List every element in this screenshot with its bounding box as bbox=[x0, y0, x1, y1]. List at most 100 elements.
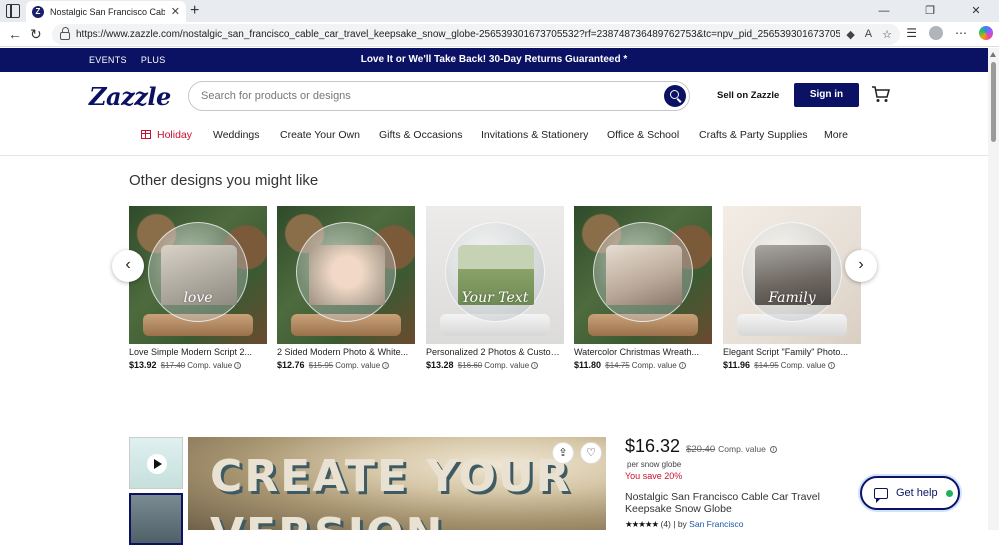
gift-icon bbox=[141, 130, 151, 139]
cart-icon[interactable] bbox=[871, 85, 891, 103]
copilot-icon[interactable] bbox=[979, 26, 993, 40]
close-tab-icon[interactable]: ✕ bbox=[171, 5, 180, 18]
lock-icon bbox=[60, 27, 70, 40]
info-icon[interactable]: i bbox=[678, 362, 686, 369]
review-count[interactable]: (4) bbox=[660, 519, 670, 529]
address-bar-actions: ◆ A ☆ bbox=[846, 28, 892, 41]
image-thumbnail[interactable] bbox=[129, 493, 183, 545]
more-menu-icon[interactable]: ⋯ bbox=[955, 26, 967, 40]
price-was: $16.60 bbox=[457, 361, 483, 370]
price-unit: per snow globe bbox=[627, 460, 682, 469]
minimize-icon[interactable]: — bbox=[861, 0, 907, 22]
nav-item-weddings[interactable]: Weddings bbox=[213, 129, 260, 141]
info-icon[interactable]: i bbox=[531, 362, 539, 369]
product-price: $16.32 bbox=[625, 436, 681, 456]
info-icon[interactable]: i bbox=[827, 362, 835, 369]
nav-item-invitations-stationery[interactable]: Invitations & Stationery bbox=[481, 129, 588, 141]
comp-value-label: Comp. value bbox=[484, 361, 530, 370]
scroll-up-icon[interactable] bbox=[990, 52, 996, 57]
nav-item-office-school[interactable]: Office & School bbox=[607, 129, 679, 141]
product-title[interactable]: Elegant Script "Family" Photo... bbox=[723, 347, 861, 357]
reload-icon[interactable]: ↻ bbox=[30, 26, 42, 42]
nav-item-more[interactable]: More bbox=[824, 129, 848, 141]
category-nav: Holiday Weddings Create Your Own Gifts &… bbox=[0, 120, 988, 156]
get-help-button[interactable]: Get help bbox=[860, 476, 960, 510]
info-icon[interactable]: i bbox=[234, 362, 242, 369]
coupon-tag-icon[interactable]: ◆ bbox=[846, 28, 854, 41]
product-card[interactable]: love Love Simple Modern Script 2... $13.… bbox=[129, 206, 267, 370]
promo-links: EVENTS PLUS bbox=[89, 48, 166, 72]
favorite-star-icon[interactable]: ☆ bbox=[882, 28, 892, 41]
search-icon[interactable] bbox=[664, 85, 686, 107]
comp-value-label: Comp. value bbox=[335, 361, 381, 370]
nav-item-crafts-party[interactable]: Crafts & Party Supplies bbox=[699, 129, 808, 141]
product-image[interactable]: love bbox=[129, 206, 267, 344]
info-icon[interactable]: i bbox=[382, 362, 390, 369]
nav-item-holiday[interactable]: Holiday bbox=[141, 129, 192, 141]
recommendations-carousel: love Love Simple Modern Script 2... $13.… bbox=[0, 206, 988, 376]
comp-value-label: Comp. value bbox=[780, 361, 826, 370]
url-text[interactable]: https://www.zazzle.com/nostalgic_san_fra… bbox=[76, 29, 840, 40]
new-tab-icon[interactable]: + bbox=[190, 2, 199, 20]
globe-overlay-text: Family bbox=[768, 290, 816, 306]
product-card[interactable]: Family Elegant Script "Family" Photo... … bbox=[723, 206, 861, 370]
info-icon[interactable]: i bbox=[770, 446, 778, 453]
window-close-icon[interactable]: ✕ bbox=[953, 0, 999, 22]
product-title[interactable]: 2 Sided Modern Photo & White... bbox=[277, 347, 415, 357]
events-link[interactable]: EVENTS bbox=[89, 48, 127, 72]
play-icon[interactable] bbox=[147, 454, 167, 474]
zazzle-logo[interactable]: Zazzle bbox=[89, 82, 171, 111]
price-was: $14.75 bbox=[605, 361, 630, 370]
page-scrollbar[interactable] bbox=[988, 48, 999, 530]
image-headline-2: VERSION bbox=[210, 509, 444, 530]
product-card[interactable]: Your Text Personalized 2 Photos & Custom… bbox=[426, 206, 564, 370]
by-label: | by bbox=[673, 519, 687, 529]
rating-row: ★★★★★ (4) | by San Francisco bbox=[625, 519, 875, 530]
address-bar[interactable]: https://www.zazzle.com/nostalgic_san_fra… bbox=[52, 24, 900, 45]
product-title[interactable]: Love Simple Modern Script 2... bbox=[129, 347, 267, 357]
product-image[interactable]: Your Text bbox=[426, 206, 564, 344]
nav-item-gifts-occasions[interactable]: Gifts & Occasions bbox=[379, 129, 462, 141]
price-was: $15.95 bbox=[308, 361, 334, 370]
promo-banner: Love It or We'll Take Back! 30-Day Retur… bbox=[0, 48, 988, 72]
back-icon[interactable]: ← bbox=[8, 26, 22, 42]
heart-icon[interactable]: ♡ bbox=[580, 442, 602, 464]
star-rating-icon[interactable]: ★★★★★ bbox=[625, 519, 659, 529]
product-main-image[interactable]: CREATE YOUR VERSION bbox=[188, 437, 606, 530]
profile-avatar-icon[interactable] bbox=[929, 26, 943, 40]
product-card[interactable]: Watercolor Christmas Wreath... $11.80 $1… bbox=[574, 206, 712, 370]
read-aloud-icon[interactable]: A bbox=[865, 28, 872, 41]
price-was: $14.95 bbox=[754, 361, 779, 370]
favorites-icon[interactable]: ☰ bbox=[906, 26, 917, 40]
price-now: $11.96 bbox=[723, 360, 751, 370]
product-title[interactable]: Personalized 2 Photos & Custom... bbox=[426, 347, 564, 357]
sidebar-toggle-icon[interactable] bbox=[6, 4, 20, 18]
plus-link[interactable]: PLUS bbox=[141, 48, 166, 72]
product-image[interactable]: Family bbox=[723, 206, 861, 344]
carousel-prev-icon[interactable]: ‹ bbox=[112, 250, 144, 282]
image-headline: CREATE YOUR bbox=[210, 451, 572, 502]
product-title[interactable]: Watercolor Christmas Wreath... bbox=[574, 347, 712, 357]
maximize-icon[interactable]: ❐ bbox=[907, 0, 953, 22]
snow-globe bbox=[445, 222, 545, 322]
search-input[interactable] bbox=[201, 87, 661, 105]
product-price: $13.92 $17.40 Comp. value i bbox=[129, 360, 267, 370]
scroll-thumb[interactable] bbox=[991, 62, 996, 142]
product-image[interactable] bbox=[574, 206, 712, 344]
shop-link[interactable]: San Francisco bbox=[689, 519, 743, 529]
sell-on-zazzle-link[interactable]: Sell on Zazzle bbox=[717, 90, 779, 101]
snow-globe bbox=[148, 222, 248, 322]
get-help-label: Get help bbox=[896, 487, 938, 499]
share-icon[interactable]: ⇪ bbox=[552, 442, 574, 464]
product-card[interactable]: 2 Sided Modern Photo & White... $12.76 $… bbox=[277, 206, 415, 370]
carousel-next-icon[interactable]: › bbox=[845, 250, 877, 282]
video-thumbnail[interactable] bbox=[129, 437, 183, 489]
product-image[interactable] bbox=[277, 206, 415, 344]
nav-item-create-your-own[interactable]: Create Your Own bbox=[280, 129, 360, 141]
globe-photo bbox=[606, 245, 682, 305]
browser-tab[interactable]: Z Nostalgic San Francisco Cable Car ✕ bbox=[26, 1, 186, 22]
comp-value-label: Comp. value bbox=[718, 444, 766, 454]
sign-in-button[interactable]: Sign in bbox=[794, 83, 859, 107]
product-thumbnails bbox=[129, 437, 183, 549]
price-now: $13.28 bbox=[426, 360, 454, 370]
